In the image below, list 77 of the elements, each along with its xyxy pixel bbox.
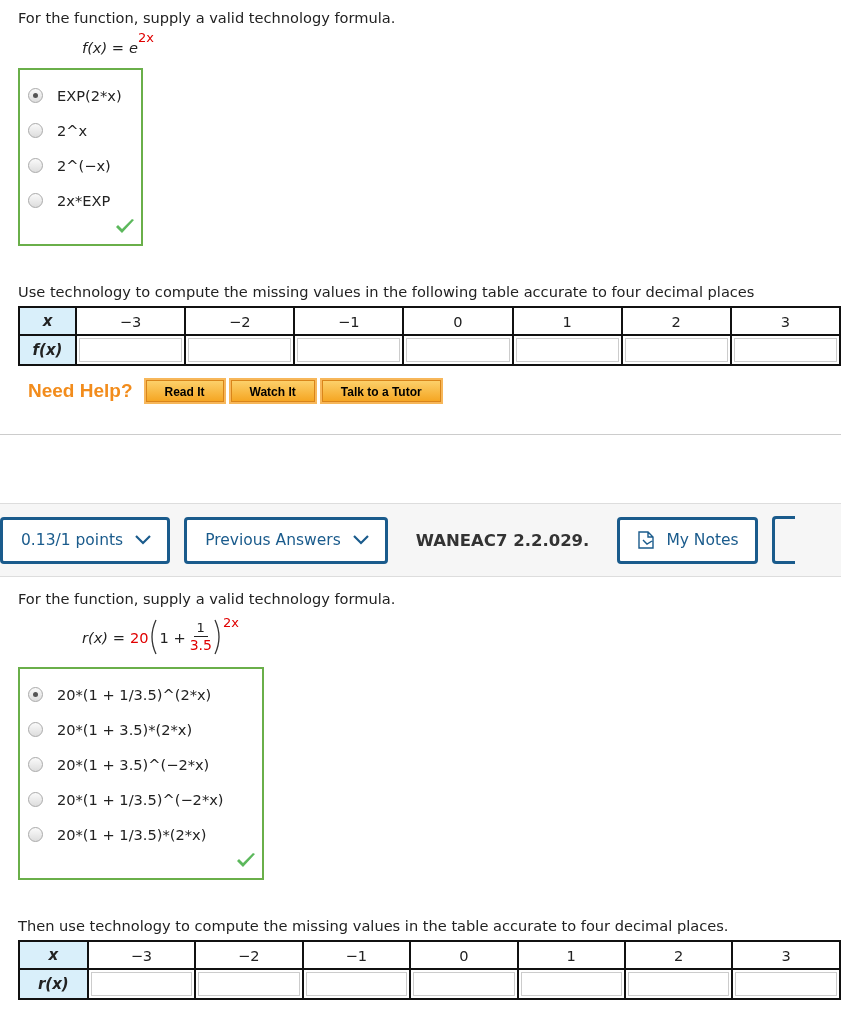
table-cell: 1 xyxy=(517,941,625,969)
radio-button[interactable] xyxy=(28,88,43,103)
radio-button[interactable] xyxy=(28,827,43,842)
answer-option[interactable]: 2^x xyxy=(28,113,141,148)
table-header: f(x) xyxy=(19,335,77,365)
question-text: Use technology to compute the missing values in the following table accurate to four decimal places xyxy=(18,282,756,302)
question-code: WANEAC7 2.2.029. xyxy=(415,530,590,550)
previous-answers-button[interactable]: Previous Answers xyxy=(184,516,388,564)
answer-option[interactable]: 20*(1 + 1/3.5)*(2*x) xyxy=(28,817,262,852)
table-cell: 2 xyxy=(625,941,733,969)
table-header: x xyxy=(19,941,88,969)
input-field[interactable] xyxy=(297,338,401,362)
input-field[interactable] xyxy=(79,338,183,362)
table-cell: −1 xyxy=(302,941,411,969)
radio-button[interactable] xyxy=(28,123,43,138)
points-button[interactable]: 0.13/1 points xyxy=(0,516,171,564)
table-cell: 1 xyxy=(512,307,622,335)
answer-option[interactable]: 20*(1 + 1/3.5)^(−2*x) xyxy=(28,782,262,817)
parenthesis-drawing xyxy=(213,619,223,655)
chevron-down-icon xyxy=(352,535,369,545)
table-cell: −2 xyxy=(185,307,295,335)
formula-exponent: 2x xyxy=(138,30,154,45)
chevron-down-icon xyxy=(135,535,152,545)
formula-base: e xyxy=(129,38,138,56)
table-header: r(x) xyxy=(19,969,88,999)
help-button[interactable]: Read It xyxy=(145,380,224,402)
input-field[interactable] xyxy=(90,972,193,996)
table-cell: −3 xyxy=(76,307,186,335)
answer-option[interactable]: 20*(1 + 1/3.5)^(2*x) xyxy=(28,677,262,712)
answer-option[interactable]: 2^(−x) xyxy=(28,148,141,183)
input-field[interactable] xyxy=(624,338,728,362)
radio-button[interactable] xyxy=(28,757,43,772)
question-text: For the function, supply a valid technology formula. xyxy=(18,589,397,609)
table-cell: −2 xyxy=(195,941,303,969)
formula-lhs: r(x) = xyxy=(82,628,125,646)
fraction-numerator: 1 xyxy=(193,620,208,637)
question-text: Then use technology to compute the missing values in the table accurate to four decimal places. xyxy=(18,916,730,936)
table-cell: 0 xyxy=(410,941,518,969)
table-header: x xyxy=(19,307,77,335)
input-field[interactable] xyxy=(520,972,622,996)
table-cell: −1 xyxy=(294,307,404,335)
table-cell: −3 xyxy=(87,941,196,969)
radio-button[interactable] xyxy=(28,687,43,702)
input-field[interactable] xyxy=(305,972,408,996)
input-field[interactable] xyxy=(515,338,619,362)
fraction-denominator: 3.5 xyxy=(189,637,212,654)
table-cell: 3 xyxy=(730,307,840,335)
radio-button[interactable] xyxy=(28,722,43,737)
input-field[interactable] xyxy=(413,972,515,996)
radio-button[interactable] xyxy=(28,193,43,208)
note-icon xyxy=(638,531,655,549)
formula-exponent: 2x xyxy=(222,615,239,630)
answer-option[interactable]: 20*(1 + 3.5)^(−2*x) xyxy=(28,747,262,782)
input-field[interactable] xyxy=(406,338,510,362)
formula-coefficient: 20 xyxy=(129,628,149,646)
table-cell: 0 xyxy=(403,307,513,335)
answer-option[interactable]: 20*(1 + 3.5)*(2*x) xyxy=(28,712,262,747)
formula-text: 1 + xyxy=(159,628,186,646)
table-cell: 2 xyxy=(621,307,731,335)
radio-button[interactable] xyxy=(28,792,43,807)
help-button[interactable]: Watch It xyxy=(230,380,315,402)
input-field[interactable] xyxy=(628,972,730,996)
input-field[interactable] xyxy=(733,338,837,362)
table-cell: 3 xyxy=(732,941,840,969)
question-text: For the function, supply a valid technology formula. xyxy=(18,8,397,28)
help-label: Need Help? xyxy=(28,380,133,402)
formula-lhs: f(x) = xyxy=(82,38,125,56)
input-field[interactable] xyxy=(198,972,300,996)
my-notes-button[interactable]: My Notes xyxy=(617,516,758,564)
answer-option[interactable]: EXP(2*x) xyxy=(28,78,141,113)
help-button[interactable]: Talk to a Tutor xyxy=(321,380,441,402)
input-field[interactable] xyxy=(188,338,292,362)
radio-button[interactable] xyxy=(28,158,43,173)
cut-off-button[interactable] xyxy=(771,516,795,564)
input-field[interactable] xyxy=(735,972,837,996)
parenthesis-drawing xyxy=(148,619,158,655)
answer-option[interactable]: 2x*EXP xyxy=(28,183,141,218)
